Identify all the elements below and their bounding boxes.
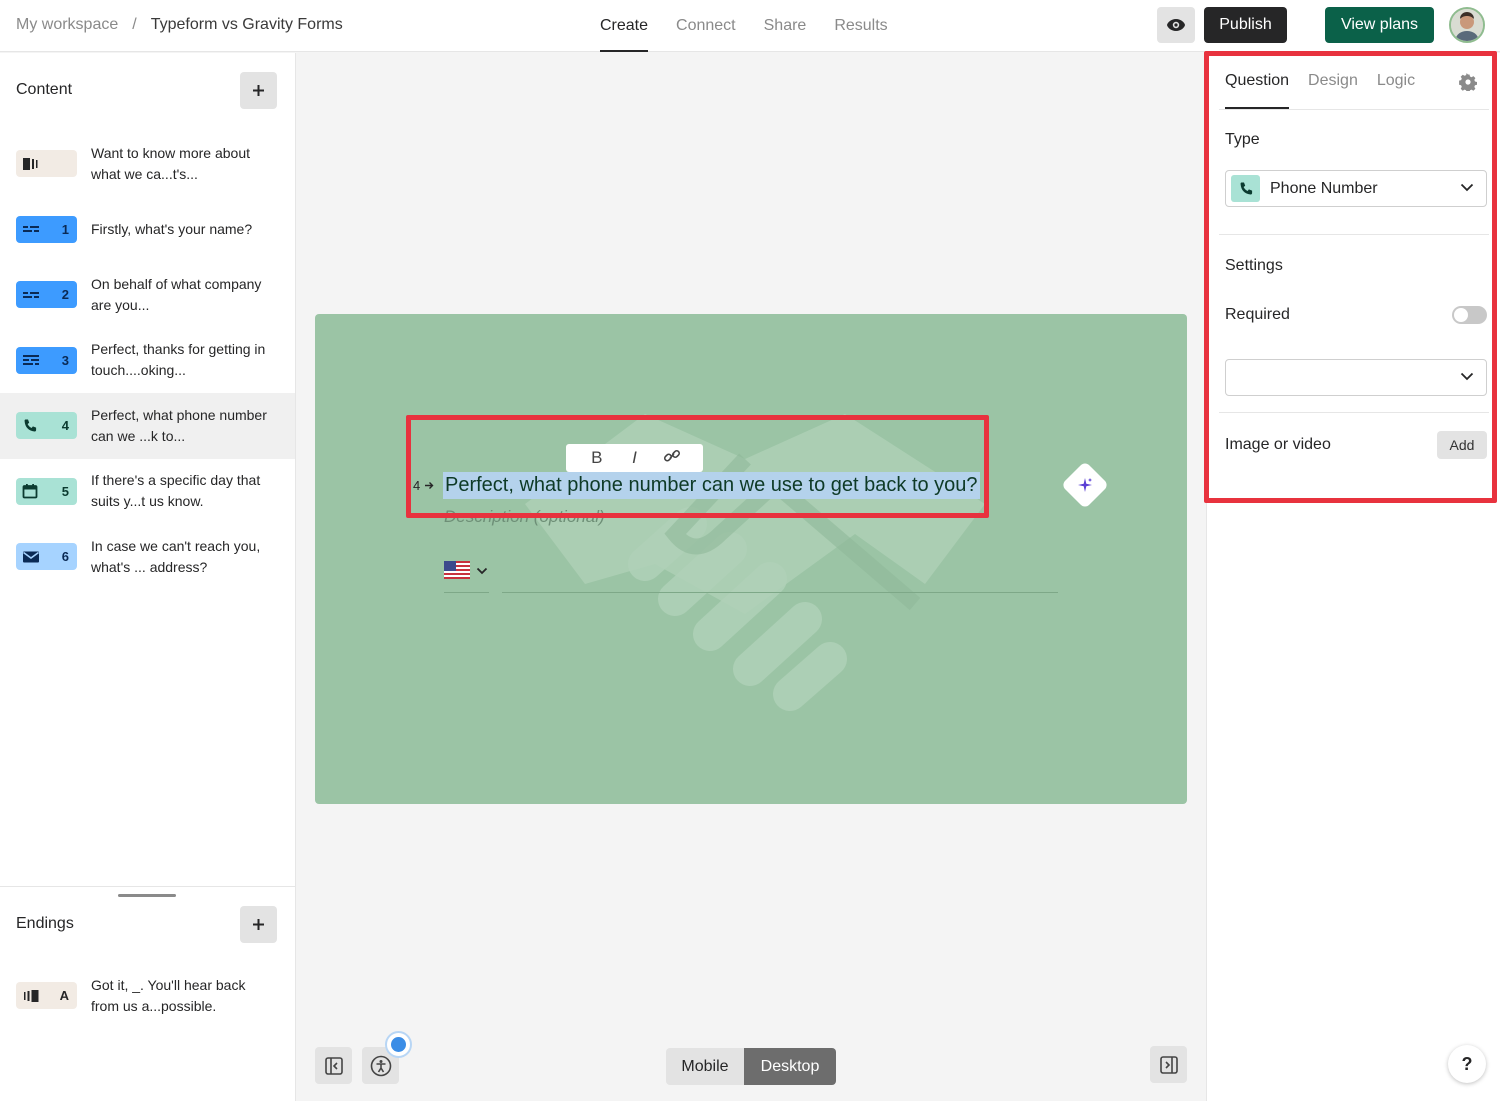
device-toggle: Mobile Desktop xyxy=(666,1048,836,1085)
content-heading: Content xyxy=(16,81,73,98)
question-number: 4 xyxy=(61,418,69,434)
calendar-icon xyxy=(22,484,38,499)
question-text: Perfect, thanks for getting in touch....… xyxy=(91,341,266,379)
eye-icon xyxy=(1167,19,1185,31)
desktop-view-button[interactable]: Desktop xyxy=(744,1048,836,1085)
question-number: 5 xyxy=(61,483,69,499)
plus-icon xyxy=(253,85,264,96)
collapse-left-panel-button[interactable] xyxy=(315,1047,352,1084)
question-text: In case we can't reach you, what's ... a… xyxy=(91,537,261,575)
preview-button[interactable] xyxy=(1157,7,1195,43)
ending-screen-icon xyxy=(24,989,39,1002)
short-text-icon xyxy=(23,291,39,298)
highlight-box-question xyxy=(406,415,989,518)
sidebar-divider xyxy=(0,886,295,887)
sparkle-icon xyxy=(1078,478,1092,492)
question-list: Want to know more about what we ca...t's… xyxy=(0,131,295,590)
content-sidebar: Content Want to know more about what we … xyxy=(0,53,296,1101)
help-button[interactable]: ? xyxy=(1448,1045,1486,1083)
question-text: Perfect, what phone number can we ...k t… xyxy=(91,406,267,444)
top-bar: My workspace / Typeform vs Gravity Forms… xyxy=(0,0,1500,52)
tab-results[interactable]: Results xyxy=(820,0,901,52)
question-type-badge: 1 xyxy=(16,215,77,243)
accessibility-icon xyxy=(370,1055,391,1076)
short-text-icon xyxy=(23,226,39,233)
question-type-badge: 5 xyxy=(16,477,77,505)
chevron-down-icon xyxy=(476,567,488,575)
question-text: Firstly, what's your name? xyxy=(91,220,253,237)
avatar[interactable] xyxy=(1449,7,1485,43)
welcome-screen-icon xyxy=(23,157,38,170)
question-number: 1 xyxy=(61,221,69,237)
phone-icon xyxy=(24,419,37,432)
tab-connect[interactable]: Connect xyxy=(662,0,750,52)
question-type-badge: 6 xyxy=(16,543,77,571)
question-text: Want to know more about what we ca...t's… xyxy=(91,144,251,182)
question-type-badge: 2 xyxy=(16,281,77,309)
main-nav-tabs: Create Connect Share Results xyxy=(586,0,902,52)
list-item[interactable]: Want to know more about what we ca...t's… xyxy=(0,131,295,197)
question-type-badge: 3 xyxy=(16,346,77,374)
publish-button[interactable]: Publish xyxy=(1204,7,1287,43)
question-text: On behalf of what company are you... xyxy=(91,275,262,313)
add-ending-button[interactable] xyxy=(240,906,277,943)
form-title[interactable]: Typeform vs Gravity Forms xyxy=(151,16,343,34)
list-item[interactable]: 2 On behalf of what company are you... xyxy=(0,262,295,328)
ending-letter: A xyxy=(59,988,69,1003)
notification-dot[interactable] xyxy=(385,1031,412,1058)
question-number: 6 xyxy=(61,549,69,565)
ending-item[interactable]: A Got it, _. You'll hear back from us a.… xyxy=(0,963,295,1028)
us-flag-icon xyxy=(444,561,470,579)
breadcrumb: My workspace / Typeform vs Gravity Forms xyxy=(16,0,343,50)
list-item[interactable]: 6 In case we can't reach you, what's ...… xyxy=(0,524,295,590)
question-text: If there's a specific day that suits y..… xyxy=(91,472,261,510)
highlight-box-panel xyxy=(1204,51,1497,503)
question-number: 3 xyxy=(61,352,69,368)
collapse-right-panel-button[interactable] xyxy=(1150,1046,1187,1083)
view-plans-button[interactable]: View plans xyxy=(1325,7,1434,43)
tab-create[interactable]: Create xyxy=(586,0,662,52)
question-preview-card[interactable]: B I 4 Perfect, what phone number can we … xyxy=(315,314,1187,804)
ai-assist-button[interactable] xyxy=(1060,460,1110,510)
question-type-badge xyxy=(16,150,77,178)
list-item[interactable]: 5 If there's a specific day that suits y… xyxy=(0,459,295,525)
question-type-badge: 4 xyxy=(16,412,77,440)
endings-heading: Endings xyxy=(16,915,74,932)
long-text-icon xyxy=(23,355,39,366)
ending-type-badge: A xyxy=(16,982,77,1009)
add-question-button[interactable] xyxy=(240,72,277,109)
list-item[interactable]: 1 Firstly, what's your name? xyxy=(0,197,295,263)
country-code-select[interactable] xyxy=(444,559,489,593)
form-canvas: B I 4 Perfect, what phone number can we … xyxy=(296,53,1206,1101)
user-avatar-icon xyxy=(1451,9,1483,41)
question-number: 2 xyxy=(61,287,69,303)
panel-right-icon xyxy=(1159,1055,1178,1074)
list-item[interactable]: 3 Perfect, thanks for getting in touch..… xyxy=(0,328,295,394)
email-icon xyxy=(23,551,39,563)
list-item[interactable]: 4 Perfect, what phone number can we ...k… xyxy=(0,393,295,459)
tab-share[interactable]: Share xyxy=(750,0,821,52)
mobile-view-button[interactable]: Mobile xyxy=(666,1048,744,1085)
breadcrumb-workspace[interactable]: My workspace xyxy=(16,16,118,34)
breadcrumb-separator: / xyxy=(132,16,137,33)
panel-left-icon xyxy=(324,1056,343,1075)
ending-text: Got it, _. You'll hear back from us a...… xyxy=(91,976,246,1014)
resize-handle[interactable] xyxy=(118,894,176,897)
plus-icon xyxy=(253,919,264,930)
phone-number-input[interactable] xyxy=(502,592,1058,593)
